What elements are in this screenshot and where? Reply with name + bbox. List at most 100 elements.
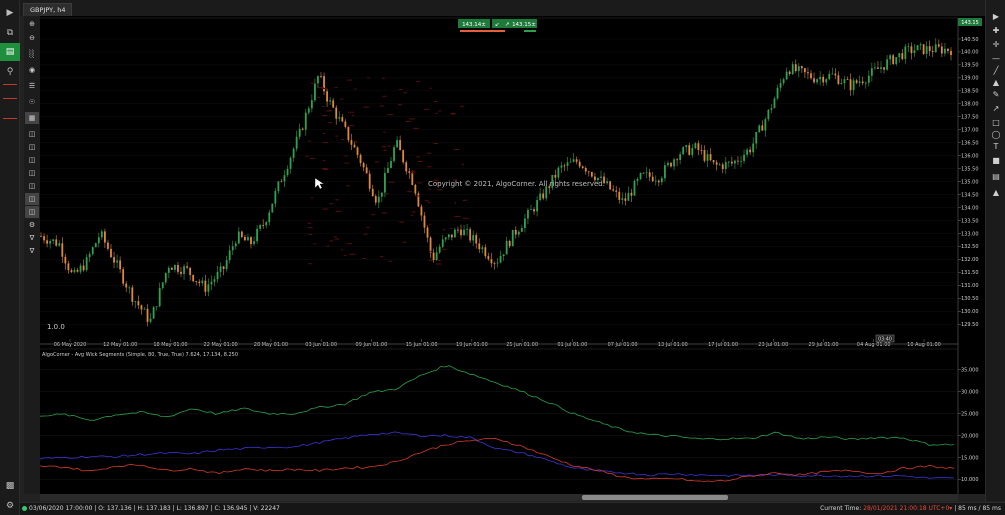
depth-dash <box>427 152 432 154</box>
eraser-icon[interactable]: ▤ <box>988 170 1004 182</box>
candle-body <box>79 265 82 272</box>
chart-type-icon[interactable]: ░ <box>25 48 39 60</box>
chart-svg[interactable]: 140.50 140.00 139.50 139.00 138.50 138.00 137.… <box>39 16 985 494</box>
gear-icon[interactable]: ⚙ <box>0 497 20 515</box>
time-tick-label: 29 Jul 01:00 <box>809 342 839 348</box>
candle-body <box>283 175 286 182</box>
pencil-icon[interactable]: ✎ <box>988 88 1004 100</box>
candle-body <box>189 267 192 275</box>
price-tick-label: 130.50 <box>961 296 979 302</box>
candle-body <box>76 270 79 272</box>
monthly-icon[interactable]: ∇ <box>25 245 39 257</box>
candle-body <box>715 162 718 165</box>
candle-body <box>286 168 289 176</box>
depth-dash <box>323 160 326 162</box>
depth-dash <box>346 185 350 187</box>
timeframe-m15-icon[interactable]: ◫ <box>25 154 39 166</box>
time-tick-label: 28 May 01:00 <box>254 342 288 348</box>
search-icon[interactable]: ⚲ <box>0 63 20 81</box>
horizontal-scrollbar[interactable] <box>40 494 958 501</box>
timeframe-m5-icon[interactable]: ◫ <box>25 141 39 153</box>
ask-price: 143.15± <box>512 22 536 28</box>
copy-icon[interactable]: ⧉ <box>0 24 20 42</box>
candle-body <box>800 66 803 69</box>
text-icon[interactable]: T <box>988 140 1004 152</box>
eye-icon[interactable]: ☉ <box>25 96 39 108</box>
tab-gbpjpy[interactable]: GBPJPY, h4 <box>23 3 73 16</box>
candle-body <box>804 68 806 73</box>
chart-area[interactable]: 140.50 140.00 139.50 139.00 138.50 138.00 137.… <box>39 16 985 494</box>
crosshair-alt-icon[interactable]: ✛ <box>988 38 1004 50</box>
collapse-icon[interactable]: ▶ <box>0 4 20 22</box>
candle-body <box>240 231 243 237</box>
settings-small-icon[interactable]: ⚙ <box>25 219 39 231</box>
candle-body <box>700 149 703 151</box>
zoom-out-icon[interactable]: ⊖ <box>25 32 39 44</box>
briefcase-icon[interactable]: ▩ <box>0 477 20 495</box>
crosshair-icon[interactable]: ✚ <box>988 24 1004 36</box>
candle-body <box>511 229 514 247</box>
price-panel[interactable]: 140.50 140.00 139.50 139.00 138.50 138.00 137.… <box>40 17 979 494</box>
candle-body <box>225 260 228 269</box>
depth-dash <box>348 111 354 113</box>
candle-body <box>304 112 307 130</box>
scrollbar-thumb[interactable] <box>582 495 728 500</box>
indicator-panel[interactable]: 35.000 30.000 25.000 20.000 15.000 10.000 <box>39 365 979 484</box>
pointer-icon[interactable]: ▶ <box>988 10 1004 22</box>
candle-body <box>788 71 791 74</box>
candle-body <box>782 79 785 84</box>
alert-icon[interactable]: ▲ <box>988 186 1004 198</box>
globe-icon[interactable]: ◉ <box>25 64 39 76</box>
candle-body <box>326 91 328 102</box>
layers-icon[interactable]: ☰ <box>25 80 39 92</box>
weekly-icon[interactable]: ∇ <box>25 232 39 244</box>
timeframe-w1-icon[interactable]: ◫ <box>25 206 39 218</box>
fib-icon[interactable]: ▲ <box>988 76 1004 88</box>
depth-dash <box>413 127 419 129</box>
candle-body <box>581 166 584 168</box>
trend-line-icon[interactable]: ╱ <box>988 64 1004 76</box>
time-tick-label: 07 Jul 01:00 <box>608 342 638 348</box>
template-icon[interactable]: ▦ <box>25 112 39 124</box>
candle-body <box>350 140 353 145</box>
timezone-dropdown[interactable]: UTC+0 <box>929 505 950 512</box>
chart-watermark: Copyright © 2021, AlgoCorner. All rights… <box>428 180 605 188</box>
time-tick-label: 22 May 01:00 <box>204 342 238 348</box>
candle-body <box>250 237 252 245</box>
horizontal-line-icon[interactable]: — <box>988 52 1004 64</box>
timeframe-h1-icon[interactable]: ◫ <box>25 167 39 179</box>
candle-body <box>621 198 624 200</box>
quote-box[interactable]: 143.14± ↙ ↗ 143.15± <box>458 19 537 32</box>
depth-dash <box>414 195 420 197</box>
indicator-tick-label: 10.000 <box>961 477 979 483</box>
depth-dash <box>416 156 420 158</box>
candle-body <box>569 161 572 163</box>
fill-icon[interactable]: ■ <box>988 154 1004 166</box>
candle-body <box>709 154 712 161</box>
zoom-in-icon[interactable]: ⊕ <box>25 18 39 30</box>
trade-icon[interactable]: ▤ <box>0 43 20 61</box>
depth-dash <box>326 245 330 247</box>
ray-icon[interactable]: ↗ <box>988 102 1004 114</box>
rectangle-icon[interactable]: □ <box>988 116 1004 128</box>
time-axis: 06 May 2020 12 May 01:00 18 May 01:00 22 Ma… <box>54 339 941 348</box>
chevron-down-icon[interactable]: ▾ <box>949 505 952 512</box>
candle-body <box>816 79 818 83</box>
candle-body <box>423 215 426 228</box>
candle-body <box>426 227 429 238</box>
depth-dash <box>323 169 329 171</box>
candle-body <box>411 172 414 185</box>
depth-dash <box>364 173 368 175</box>
timeframe-h4-icon[interactable]: ◫ <box>25 180 39 192</box>
candle-body <box>654 180 657 182</box>
candle-body <box>338 117 341 119</box>
timeframe-m1-icon[interactable]: ◫ <box>25 128 39 140</box>
candle-body <box>161 282 164 289</box>
ellipse-icon[interactable]: ◯ <box>988 128 1004 140</box>
candle-body <box>195 281 198 282</box>
candle-body <box>758 125 761 133</box>
timeframe-d1-icon[interactable]: ◫ <box>25 193 39 205</box>
candle-body <box>660 178 663 183</box>
candle-body <box>198 281 201 284</box>
depth-dash <box>428 259 434 261</box>
